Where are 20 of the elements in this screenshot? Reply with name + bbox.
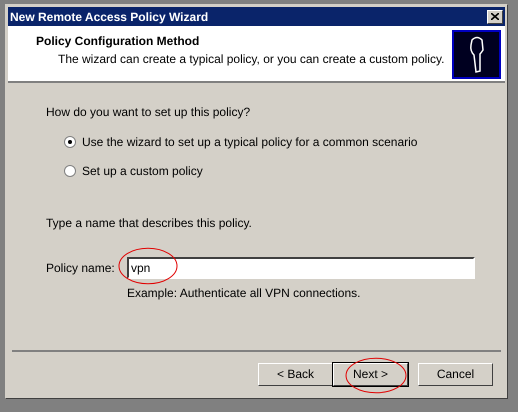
header-title: Policy Configuration Method <box>36 33 200 50</box>
wizard-button[interactable]: Next > <box>333 362 408 386</box>
person-icon <box>452 30 501 79</box>
header-subtitle: The wizard can create a typical policy, or you can create a custom policy. <box>57 51 444 68</box>
instruction-text: Type a name that describes this policy. <box>46 215 253 232</box>
radio-button[interactable] <box>64 165 76 177</box>
close-icon <box>491 13 499 20</box>
wizard-button[interactable]: Cancel <box>418 362 493 386</box>
annotation-circle <box>118 247 178 285</box>
annotation-circle <box>345 356 407 394</box>
close-button[interactable] <box>487 10 503 24</box>
window-title: New Remote Access Policy Wizard <box>10 8 208 26</box>
question-text: How do you want to set up this policy? <box>46 104 252 121</box>
radio-option[interactable]: Set up a custom policy <box>64 162 485 180</box>
example-text: Example: Authenticate all VPN connections. <box>127 285 362 302</box>
radio-option[interactable]: Use the wizard to set up a typical policy for a common scenario <box>64 133 485 151</box>
field-label: Policy name: <box>46 260 116 277</box>
radio-button[interactable] <box>64 136 76 148</box>
wizard-button[interactable]: < Back <box>258 362 333 386</box>
policy-name-field[interactable]: vpn <box>127 257 475 279</box>
